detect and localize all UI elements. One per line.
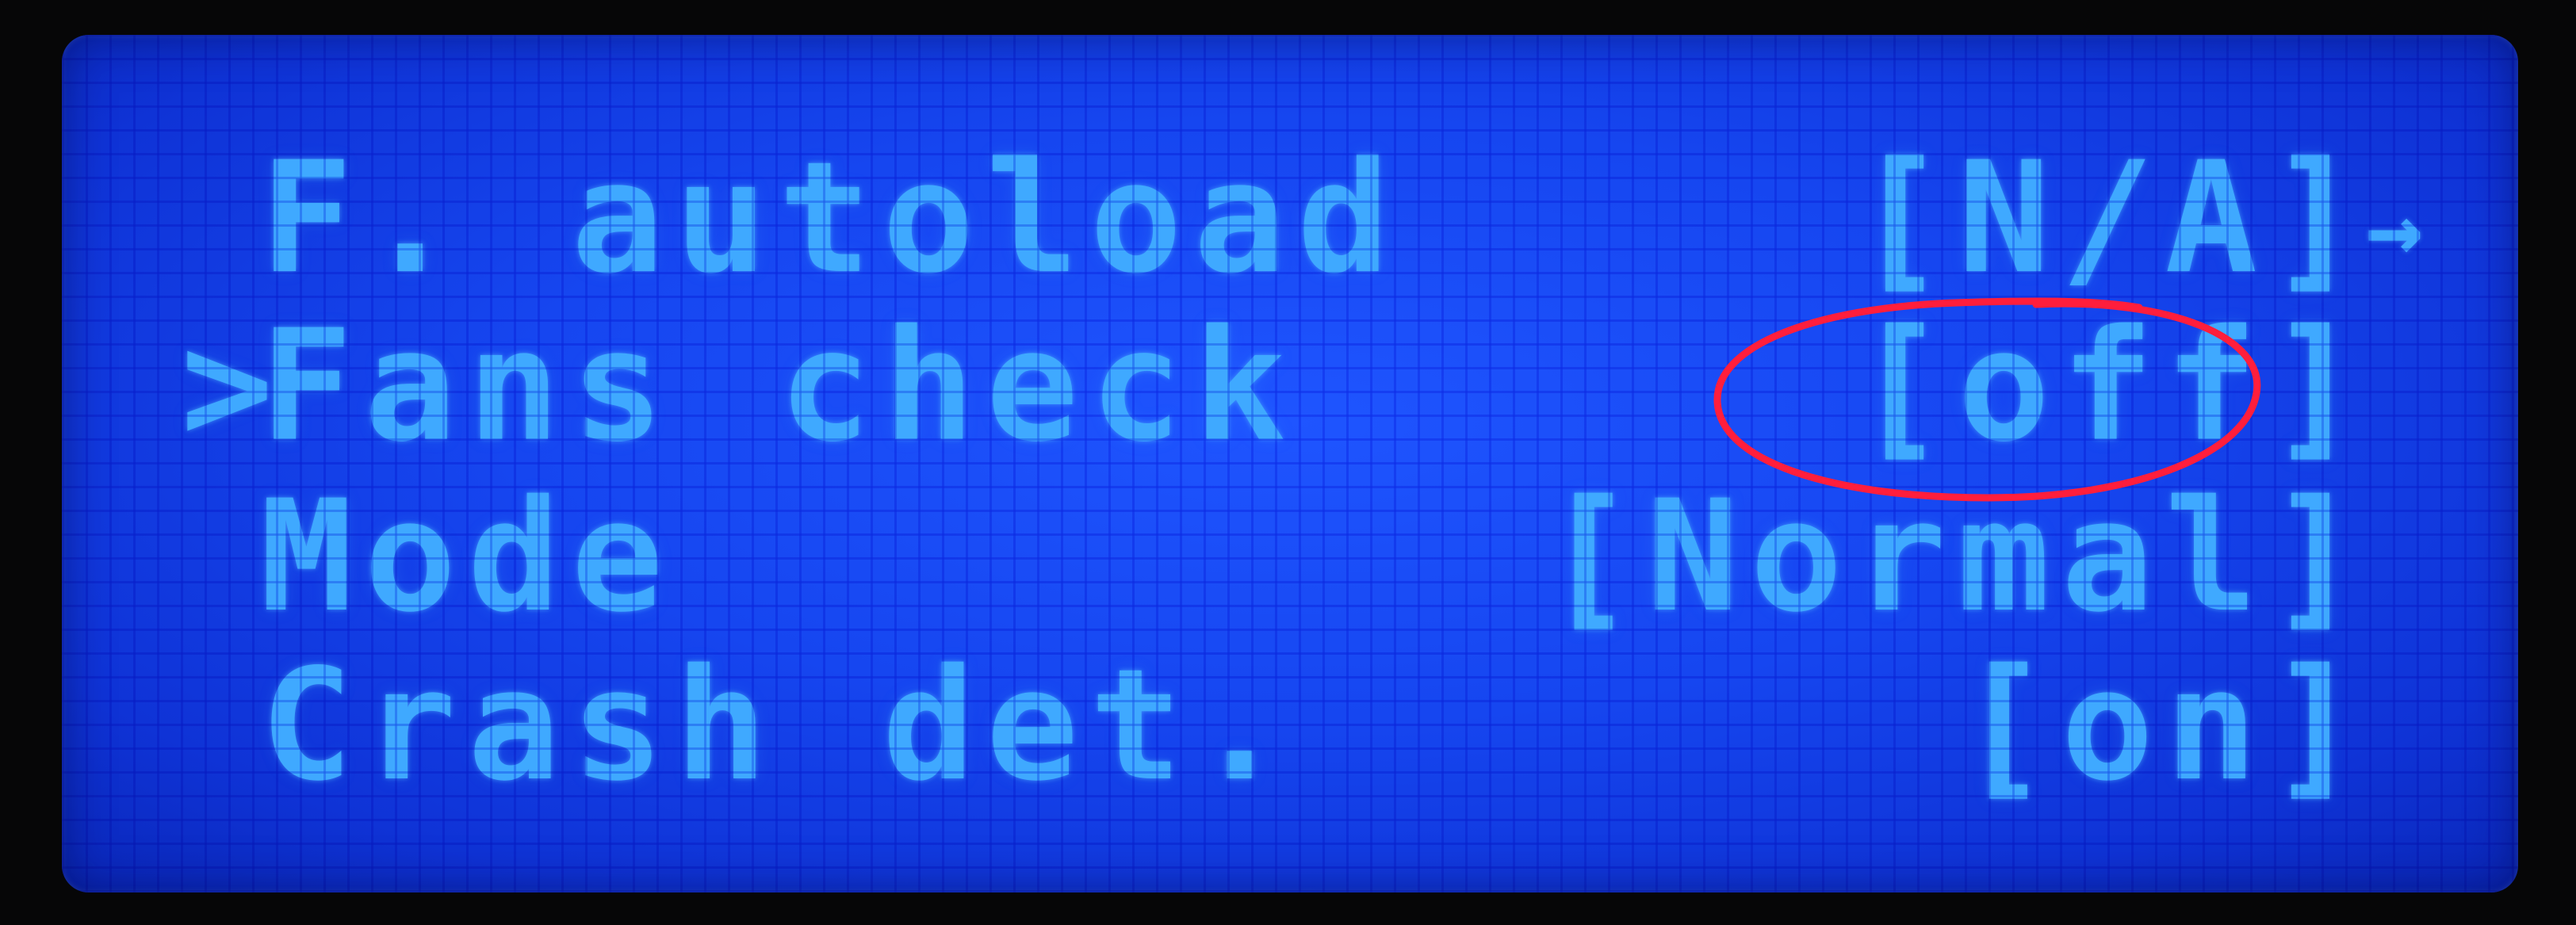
menu-row-value: [on] <box>1957 636 2372 815</box>
scroll-right-arrow-icon: → <box>2365 174 2423 285</box>
menu-row-value: [Normal] <box>1542 467 2372 646</box>
menu-row-mode[interactable]: Mode [Normal] <box>62 475 2518 638</box>
lcd-screen: F. autoload [N/A] → > Fans check [off] M… <box>62 35 2518 893</box>
lcd-bezel: F. autoload [N/A] → > Fans check [off] M… <box>0 0 2576 925</box>
menu-row-value: [off] <box>1854 296 2372 476</box>
menu-row-value: [N/A] <box>1854 128 2372 308</box>
menu-row-fans-check[interactable]: > Fans check [off] <box>62 304 2518 468</box>
menu-row-label: Fans check <box>260 296 1297 476</box>
menu-row-filament-autoload[interactable]: F. autoload [N/A] <box>62 136 2518 300</box>
menu-row-crash-detection[interactable]: Crash det. [on] <box>62 644 2518 807</box>
menu-row-label: Crash det. <box>260 636 1297 815</box>
menu-row-label: F. autoload <box>260 128 1401 308</box>
menu-row-label: Mode <box>260 467 676 646</box>
